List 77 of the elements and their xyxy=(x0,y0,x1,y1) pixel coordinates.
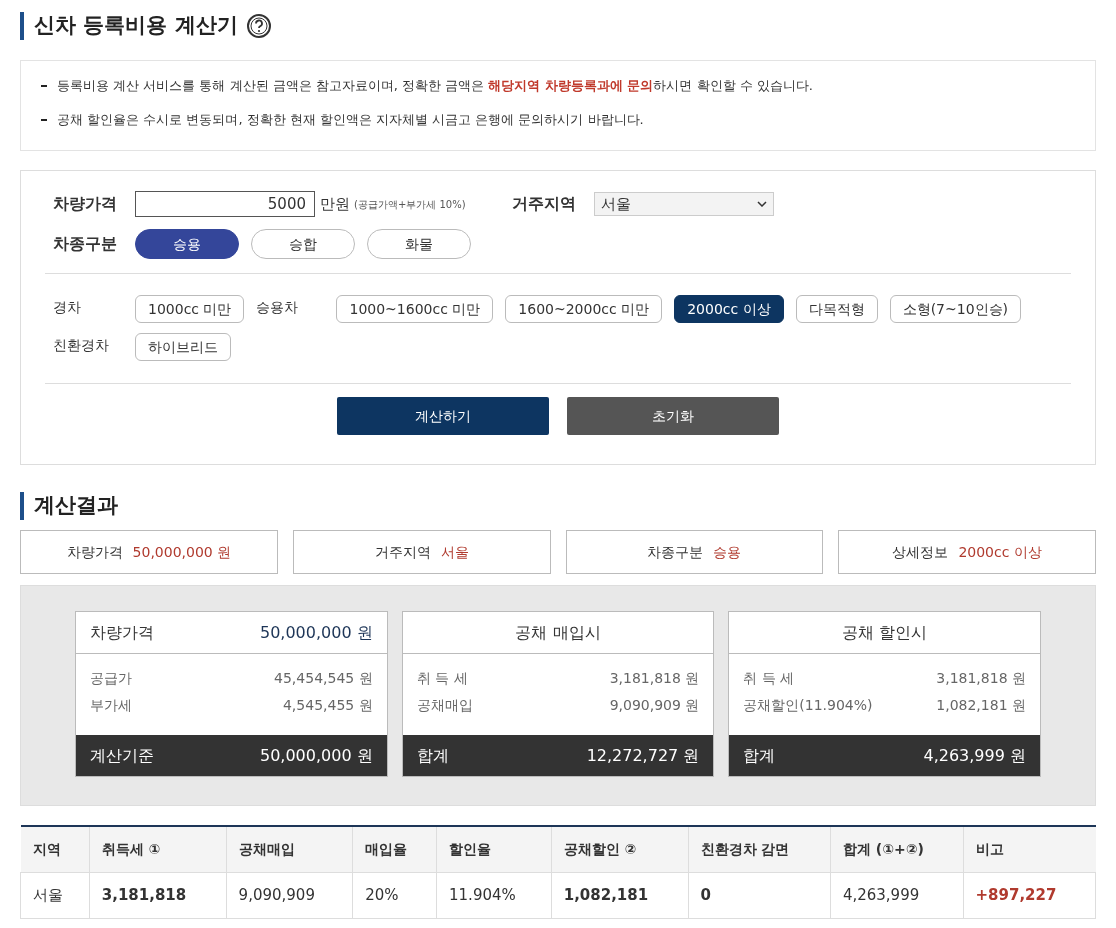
summary-label: 상세정보 xyxy=(892,542,949,562)
row-label: 부가세 xyxy=(90,696,132,715)
row-value: 4,545,455 원 xyxy=(282,696,373,715)
total-value: 50,000,000 원 xyxy=(259,744,373,767)
table-cell: 9,090,909 xyxy=(226,872,353,918)
column-header: 매입율 xyxy=(352,826,437,872)
row-value: 3,181,818 원 xyxy=(609,669,700,688)
table-cell: 1,082,181 xyxy=(551,872,689,918)
column-header: 할인율 xyxy=(436,826,552,872)
region-select[interactable]: 서울 xyxy=(593,192,774,216)
page-title: 신차 등록비용 계산기 xyxy=(34,12,238,40)
option-button[interactable]: 2000cc 이상 xyxy=(674,295,784,323)
field-label: 차종구분 xyxy=(53,233,118,255)
column-header: 지역 xyxy=(20,826,90,872)
card-title: 공채 할인시 xyxy=(842,621,928,644)
total-value: 12,272,727 원 xyxy=(586,744,700,767)
field-label: 차량가격 xyxy=(53,193,118,215)
table-cell: 3,181,818 xyxy=(89,872,227,918)
row-value: 45,454,545 원 xyxy=(274,669,373,688)
summary-label: 차량가격 xyxy=(66,542,123,562)
category-label: 승용차 xyxy=(256,298,300,317)
field-label: 거주지역 xyxy=(511,193,577,215)
table-cell: 11.904% xyxy=(436,872,552,918)
option-button[interactable]: 1600~2000cc 미만 xyxy=(505,295,663,323)
row-label: 공급가 xyxy=(90,669,132,688)
row-value: 3,181,818 원 xyxy=(936,669,1026,688)
row-label: 취 득 세 xyxy=(743,669,795,688)
category-label: 친환경차 xyxy=(53,336,110,355)
reset-button[interactable]: 초기화 xyxy=(567,397,779,435)
option-button[interactable]: 다목적형 xyxy=(795,295,878,323)
column-header: 친환경차 감면 xyxy=(688,826,831,872)
total-label: 계산기준 xyxy=(90,744,154,767)
summary-value: 승용 xyxy=(713,542,742,562)
total-label: 합계 xyxy=(416,744,449,767)
notice-text: 등록비용 계산 서비스를 통해 계산된 금액은 참고자료이며, 정확한 금액은 해당지역 차량등록과에 문의하시면 확인할 수 있습니다. xyxy=(57,77,813,95)
card-title: 차량가격 xyxy=(90,621,154,644)
help-icon[interactable] xyxy=(245,13,272,39)
summary-value: 2000cc 이상 xyxy=(958,542,1042,562)
table-cell: 20% xyxy=(352,872,437,918)
calculate-button[interactable]: 계산하기 xyxy=(337,397,549,435)
total-label: 합계 xyxy=(743,744,776,767)
vehicle-type-tab[interactable]: 승용 xyxy=(135,229,239,259)
column-header: 공채매입 xyxy=(226,826,353,872)
column-header: 비고 xyxy=(963,826,1096,872)
option-button[interactable]: 소형(7~10인승) xyxy=(889,295,1022,323)
table-cell: 서울 xyxy=(20,872,90,918)
row-label: 취 득 세 xyxy=(416,669,468,688)
summary-label: 거주지역 xyxy=(374,542,431,562)
table-cell: +897,227 xyxy=(963,872,1096,918)
row-label: 공채매입 xyxy=(416,696,473,715)
row-label: 공채할인(11.904%) xyxy=(743,696,873,715)
unit-label: 만원 xyxy=(320,193,350,215)
column-header: 공채할인 ② xyxy=(551,826,689,872)
table-cell: 0 xyxy=(688,872,831,918)
card-value: 50,000,000 원 xyxy=(259,621,373,644)
bullet-icon xyxy=(41,118,47,121)
total-value: 4,263,999 원 xyxy=(923,744,1026,767)
summary-value: 50,000,000 원 xyxy=(132,542,232,562)
table-cell: 4,263,999 xyxy=(830,872,964,918)
column-header: 취득세 ① xyxy=(89,826,227,872)
option-button[interactable]: 하이브리드 xyxy=(135,333,231,361)
vehicle-type-tab[interactable]: 승합 xyxy=(251,229,355,259)
category-label: 경차 xyxy=(53,298,82,317)
summary-value: 서울 xyxy=(440,542,469,562)
row-value: 9,090,909 원 xyxy=(609,696,700,715)
section-title: 계산결과 xyxy=(34,492,118,520)
row-value: 1,082,181 원 xyxy=(936,696,1026,715)
option-button[interactable]: 1000cc 미만 xyxy=(135,295,245,323)
price-input[interactable]: 5000 xyxy=(135,191,315,217)
option-button[interactable]: 1000~1600cc 미만 xyxy=(336,295,494,323)
price-note: (공급가액+부가세 10%) xyxy=(354,197,466,212)
column-header: 합계 (①+②) xyxy=(830,826,964,872)
summary-label: 차종구분 xyxy=(647,542,704,562)
vehicle-type-tab[interactable]: 화물 xyxy=(367,229,471,259)
notice-text: 공채 할인율은 수시로 변동되며, 정확한 현재 할인액은 지자체별 시금고 은행에 문의하시기 바랍니다. xyxy=(57,110,644,129)
card-title: 공채 매입시 xyxy=(515,621,601,644)
chevron-down-icon xyxy=(756,201,767,207)
